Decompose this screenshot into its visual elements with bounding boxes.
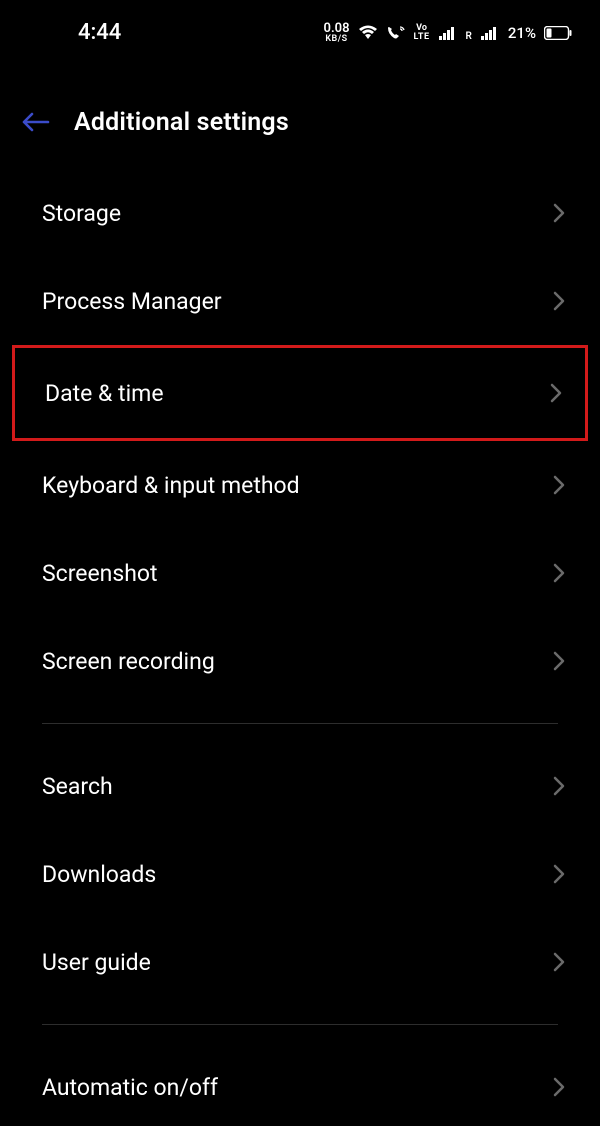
settings-item-user-guide[interactable]: User guide: [0, 918, 600, 1006]
roaming-indicator: R: [466, 31, 472, 42]
signal-strength-1-icon: [438, 25, 458, 41]
settings-item-downloads[interactable]: Downloads: [0, 830, 600, 918]
divider: [42, 723, 558, 724]
arrow-left-icon: [20, 111, 50, 133]
item-label: Search: [42, 773, 113, 800]
item-label: Process Manager: [42, 288, 222, 315]
item-label: Date & time: [45, 380, 164, 407]
back-button[interactable]: [18, 105, 52, 139]
chevron-right-icon: [550, 476, 568, 494]
item-label: User guide: [42, 949, 151, 976]
volte-indicator: Vo LTE: [414, 24, 430, 42]
battery-percent: 21%: [508, 24, 536, 42]
status-time: 4:44: [78, 20, 121, 45]
page-header: Additional settings: [0, 55, 600, 169]
chevron-right-icon: [550, 652, 568, 670]
item-label: Keyboard & input method: [42, 472, 300, 499]
item-label: Storage: [42, 200, 121, 227]
settings-list: Storage Process Manager Date & time Keyb…: [0, 169, 600, 1126]
status-indicators: 0.08 KB/S Vo LTE R 21%: [324, 22, 572, 44]
chevron-right-icon: [550, 292, 568, 310]
settings-item-search[interactable]: Search: [0, 742, 600, 830]
item-label: Automatic on/off: [42, 1074, 218, 1101]
battery-icon: [544, 26, 572, 40]
settings-item-storage[interactable]: Storage: [0, 169, 600, 257]
settings-item-process-manager[interactable]: Process Manager: [0, 257, 600, 345]
status-bar: 4:44 0.08 KB/S Vo LTE R 21%: [0, 0, 600, 55]
settings-item-date-time[interactable]: Date & time: [12, 345, 588, 441]
chevron-right-icon: [550, 564, 568, 582]
page-title: Additional settings: [74, 108, 289, 137]
signal-strength-2-icon: [480, 25, 500, 41]
wifi-calling-icon: [386, 25, 406, 41]
chevron-right-icon: [550, 204, 568, 222]
settings-item-screen-recording[interactable]: Screen recording: [0, 617, 600, 705]
wifi-icon: [358, 25, 378, 41]
settings-item-screenshot[interactable]: Screenshot: [0, 529, 600, 617]
divider: [42, 1024, 558, 1025]
item-label: Screen recording: [42, 648, 215, 675]
item-label: Downloads: [42, 861, 156, 888]
network-speed-indicator: 0.08 KB/S: [324, 22, 350, 44]
item-label: Screenshot: [42, 560, 158, 587]
chevron-right-icon: [550, 953, 568, 971]
chevron-right-icon: [550, 865, 568, 883]
settings-item-automatic-onoff[interactable]: Automatic on/off: [0, 1043, 600, 1126]
chevron-right-icon: [550, 777, 568, 795]
settings-item-keyboard[interactable]: Keyboard & input method: [0, 441, 600, 529]
chevron-right-icon: [550, 1078, 568, 1096]
chevron-right-icon: [547, 384, 565, 402]
